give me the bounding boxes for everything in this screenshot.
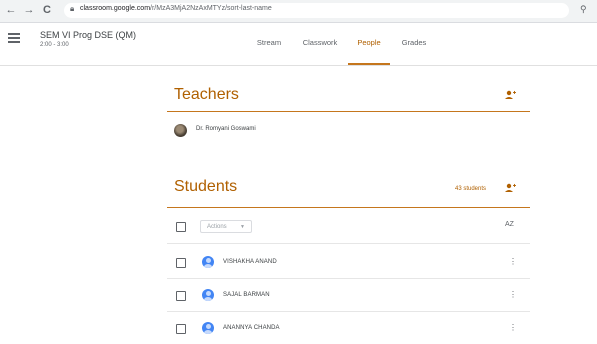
more-vert-icon[interactable]: ⋮ xyxy=(509,324,517,332)
student-avatar xyxy=(202,322,214,334)
students-heading: Students xyxy=(174,178,238,195)
teachers-heading: Teachers xyxy=(174,86,239,103)
student-name[interactable]: VISHAKHA ANAND xyxy=(223,259,277,265)
tab-stream[interactable]: Stream xyxy=(255,23,283,65)
row-divider xyxy=(167,243,530,244)
student-avatar xyxy=(202,289,214,301)
student-checkbox[interactable] xyxy=(176,324,186,334)
more-vert-icon[interactable]: ⋮ xyxy=(509,291,517,299)
teacher-avatar xyxy=(174,124,187,137)
forward-arrow-icon[interactable]: → xyxy=(22,3,36,17)
actions-dropdown[interactable]: Actions ▼ xyxy=(200,220,252,233)
row-divider xyxy=(167,311,530,312)
add-teacher-icon[interactable] xyxy=(505,90,516,103)
lock-icon: 🔒︎ xyxy=(70,4,75,13)
back-arrow-icon[interactable]: ← xyxy=(4,3,18,17)
student-count: 43 students xyxy=(455,186,487,192)
students-divider xyxy=(167,207,530,208)
teachers-divider xyxy=(167,111,530,112)
url-text: classroom.google.com/r/MzA3MjA2NzAxMTYz/… xyxy=(80,5,272,12)
class-section: 2:00 - 3:00 xyxy=(40,42,69,48)
browser-toolbar: ← → C 🔒︎ classroom.google.com/r/MzA3MjA2… xyxy=(0,0,597,23)
add-student-icon[interactable] xyxy=(505,183,516,196)
sort-az-icon[interactable]: AZ xyxy=(505,221,514,228)
more-vert-icon[interactable]: ⋮ xyxy=(509,258,517,266)
class-name[interactable]: SEM VI Prog DSE (QM) xyxy=(40,30,136,40)
student-name[interactable]: SAJAL BARMAN xyxy=(223,292,270,298)
hamburger-menu-icon[interactable] xyxy=(8,33,20,43)
actions-label: Actions xyxy=(207,224,227,230)
tab-people[interactable]: People xyxy=(348,23,390,65)
student-checkbox[interactable] xyxy=(176,258,186,268)
student-avatar xyxy=(202,256,214,268)
classroom-header: SEM VI Prog DSE (QM) 2:00 - 3:00 Stream … xyxy=(0,23,597,66)
tab-grades[interactable]: Grades xyxy=(400,23,428,65)
tab-classwork[interactable]: Classwork xyxy=(300,23,340,65)
teacher-name: Dr. Romyani Goswami xyxy=(196,126,256,132)
row-divider xyxy=(167,278,530,279)
select-all-checkbox[interactable] xyxy=(176,222,186,232)
zoom-search-icon[interactable]: ⚲ xyxy=(580,4,587,15)
dropdown-caret-icon: ▼ xyxy=(240,224,245,230)
student-checkbox[interactable] xyxy=(176,291,186,301)
reload-icon[interactable]: C xyxy=(40,3,54,17)
address-bar[interactable]: 🔒︎ classroom.google.com/r/MzA3MjA2NzAxMT… xyxy=(64,3,569,18)
student-name[interactable]: ANANNYA CHANDA xyxy=(223,325,280,331)
